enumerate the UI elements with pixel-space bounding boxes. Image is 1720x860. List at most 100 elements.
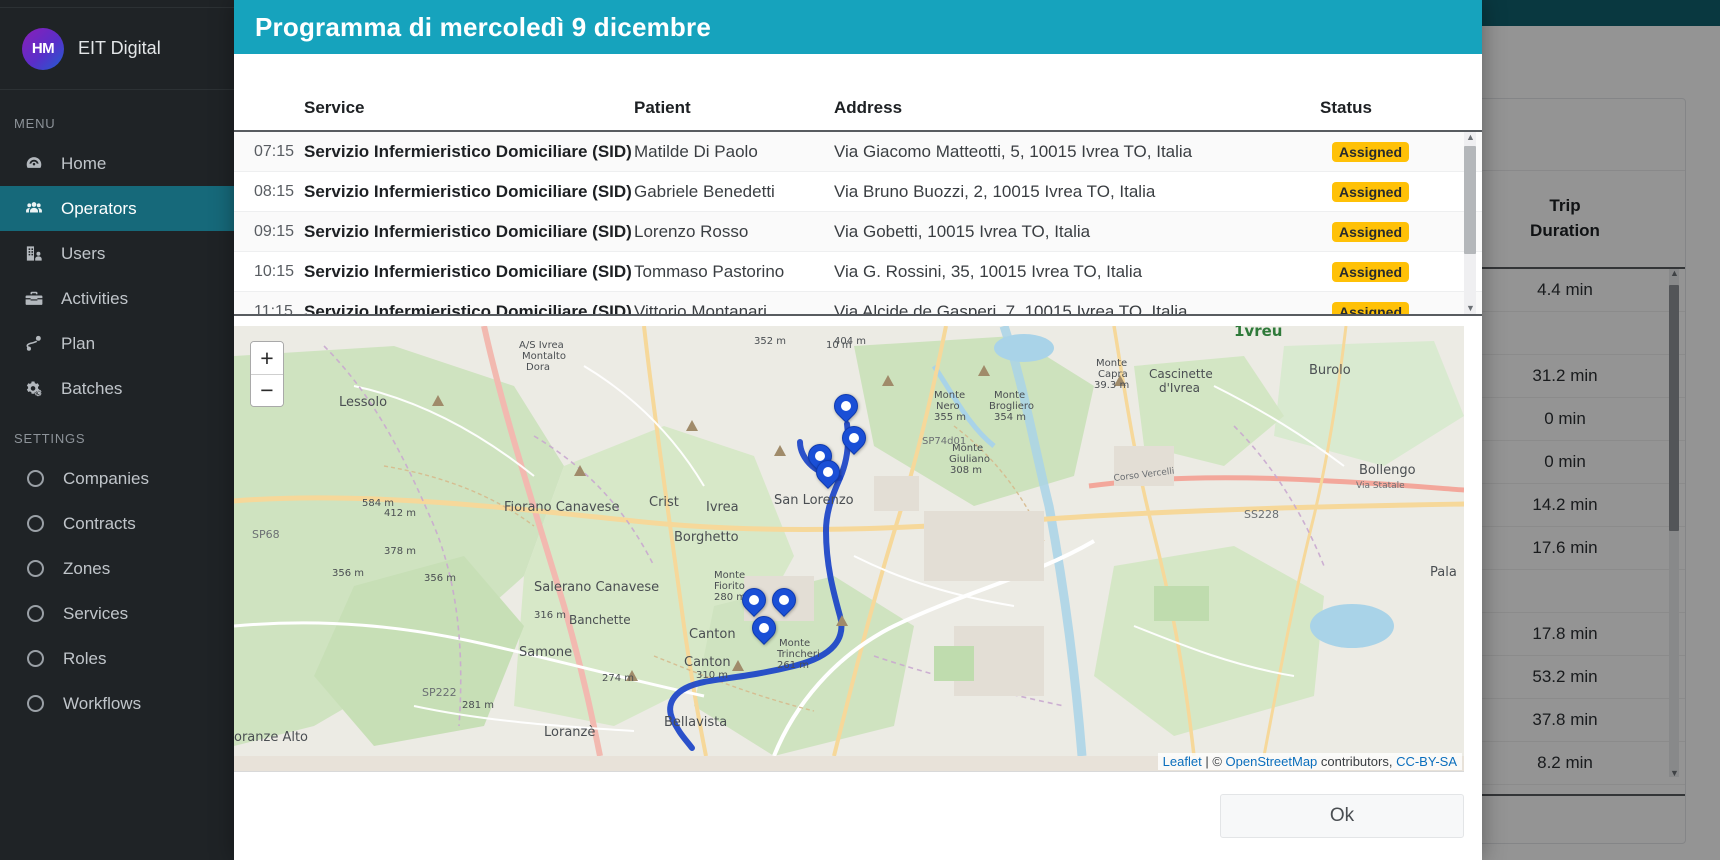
table-row[interactable]: 07:15 Servizio Infermieristico Domicilia… (234, 132, 1482, 172)
cell-time: 09:15 (234, 223, 304, 241)
brand-name: EIT Digital (78, 38, 161, 59)
cell-status: Assigned (1332, 262, 1458, 282)
zoom-in-button[interactable]: + (251, 342, 283, 374)
sidebar-item-label: Contracts (63, 514, 136, 534)
sidebar-item-companies[interactable]: Companies (0, 456, 234, 501)
cell-patient: Tommaso Pastorino (634, 262, 834, 282)
route-icon (22, 334, 46, 354)
sidebar-item-contracts[interactable]: Contracts (0, 501, 234, 546)
cell-service: Servizio Infermieristico Domiciliare (SI… (304, 182, 634, 202)
sidebar: HM EIT Digital MENU Home Operators Users (0, 0, 234, 860)
sidebar-item-home[interactable]: Home (0, 141, 234, 186)
svg-text:356 m: 356 m (332, 568, 364, 579)
svg-text:Canton: Canton (689, 627, 736, 642)
schedule-table-header: Service Patient Address Status (234, 54, 1482, 130)
sidebar-item-zones[interactable]: Zones (0, 546, 234, 591)
scrollbar-thumb[interactable] (1464, 146, 1476, 254)
svg-text:oranze Alto: oranze Alto (234, 730, 308, 745)
ok-button[interactable]: Ok (1220, 794, 1464, 838)
sidebar-item-label: Roles (63, 649, 106, 669)
brand[interactable]: HM EIT Digital (0, 8, 234, 90)
cell-status: Assigned (1332, 222, 1458, 242)
circle-icon (27, 470, 44, 487)
map-marker[interactable] (816, 460, 840, 492)
svg-text:Fiorano Canavese: Fiorano Canavese (504, 500, 619, 515)
sidebar-item-label: Activities (61, 289, 128, 309)
col-address: Address (834, 98, 1320, 118)
table-row[interactable]: 09:15 Servizio Infermieristico Domicilia… (234, 212, 1482, 252)
svg-text:274 m: 274 m (602, 673, 634, 684)
table-row[interactable]: 11:15 Servizio Infermieristico Domicilia… (234, 292, 1482, 314)
svg-text:Via Statale: Via Statale (1356, 481, 1405, 491)
col-service: Service (304, 98, 634, 118)
circle-icon (27, 650, 44, 667)
svg-text:39.3 m: 39.3 m (1094, 380, 1129, 391)
svg-text:261 m: 261 m (777, 660, 809, 671)
svg-text:Monte: Monte (779, 638, 810, 649)
svg-text:SS228: SS228 (1244, 508, 1279, 521)
svg-text:Brogliero: Brogliero (989, 401, 1034, 412)
map-attribution: Leaflet | © OpenStreetMap contributors, … (1158, 753, 1462, 770)
svg-text:Dora: Dora (526, 362, 550, 373)
status-badge: Assigned (1332, 262, 1409, 282)
cell-address: Via Alcide de Gasperi, 7, 10015 Ivrea TO… (834, 302, 1332, 315)
cell-time: 11:15 (234, 303, 304, 315)
attribution-separator: | © (1202, 754, 1226, 769)
map-marker[interactable] (752, 616, 776, 648)
sidebar-item-plan[interactable]: Plan (0, 321, 234, 366)
svg-text:Monte: Monte (994, 390, 1025, 401)
sidebar-item-label: Batches (61, 379, 122, 399)
schedule-table-body: 07:15 Servizio Infermieristico Domicilia… (234, 130, 1482, 314)
svg-text:355 m: 355 m (934, 412, 966, 423)
map-pin-dot (849, 433, 859, 443)
scroll-down-arrow-icon[interactable]: ▼ (1466, 304, 1475, 313)
cell-status: Assigned (1332, 142, 1458, 162)
leaflet-link[interactable]: Leaflet (1163, 754, 1202, 769)
table-row[interactable]: 10:15 Servizio Infermieristico Domicilia… (234, 252, 1482, 292)
schedule-table-bottom-rule (234, 314, 1482, 316)
svg-text:356 m: 356 m (424, 573, 456, 584)
sidebar-item-roles[interactable]: Roles (0, 636, 234, 681)
cell-time: 07:15 (234, 143, 304, 161)
cell-address: Via Bruno Buozzi, 2, 10015 Ivrea TO, Ita… (834, 182, 1332, 202)
scroll-up-arrow-icon[interactable]: ▲ (1466, 133, 1475, 142)
cell-patient: Vittorio Montanari (634, 302, 834, 315)
sidebar-item-users[interactable]: Users (0, 231, 234, 276)
svg-text:Crist: Crist (649, 495, 679, 510)
svg-text:SP74d01: SP74d01 (922, 436, 966, 447)
app-root: HM EIT Digital MENU Home Operators Users (0, 0, 1720, 860)
license-link[interactable]: CC-BY-SA (1396, 754, 1457, 769)
sidebar-item-activities[interactable]: Activities (0, 276, 234, 321)
svg-text:Canton: Canton (684, 655, 731, 670)
circle-icon (27, 515, 44, 532)
sidebar-item-label: Plan (61, 334, 95, 354)
cell-status: Assigned (1332, 182, 1458, 202)
svg-text:Burolo: Burolo (1309, 363, 1351, 378)
zoom-out-button[interactable]: − (251, 374, 283, 406)
status-badge: Assigned (1332, 182, 1409, 202)
map-zoom-controls[interactable]: + − (250, 341, 284, 407)
schedule-table-scrollbar[interactable]: ▲ ▼ (1464, 132, 1476, 314)
sidebar-item-workflows[interactable]: Workflows (0, 681, 234, 726)
svg-text:Lessolo: Lessolo (339, 395, 387, 410)
svg-text:352 m: 352 m (754, 336, 786, 347)
sidebar-item-services[interactable]: Services (0, 591, 234, 636)
openstreetmap-link[interactable]: OpenStreetMap (1226, 754, 1318, 769)
svg-text:Capra: Capra (1098, 369, 1128, 380)
table-row[interactable]: 08:15 Servizio Infermieristico Domicilia… (234, 172, 1482, 212)
settings-section-label: SETTINGS (0, 411, 234, 456)
cell-service: Servizio Infermieristico Domiciliare (SI… (304, 222, 634, 242)
cell-service: Servizio Infermieristico Domiciliare (SI… (304, 262, 634, 282)
col-patient: Patient (634, 98, 834, 118)
svg-text:Trincheri: Trincheri (776, 649, 820, 660)
svg-text:Monte: Monte (1096, 358, 1127, 369)
cell-time: 08:15 (234, 183, 304, 201)
route-map[interactable]: Lessolo Fiorano Canavese Crist Ivrea Bor… (234, 326, 1464, 772)
svg-text:1vreu: 1vreu (1234, 326, 1282, 340)
sidebar-item-operators[interactable]: Operators (0, 186, 234, 231)
svg-text:Borghetto: Borghetto (674, 530, 739, 545)
map-marker[interactable] (834, 394, 858, 426)
sidebar-item-batches[interactable]: Batches (0, 366, 234, 411)
svg-text:308 m: 308 m (950, 465, 982, 476)
map-marker[interactable] (842, 426, 866, 458)
